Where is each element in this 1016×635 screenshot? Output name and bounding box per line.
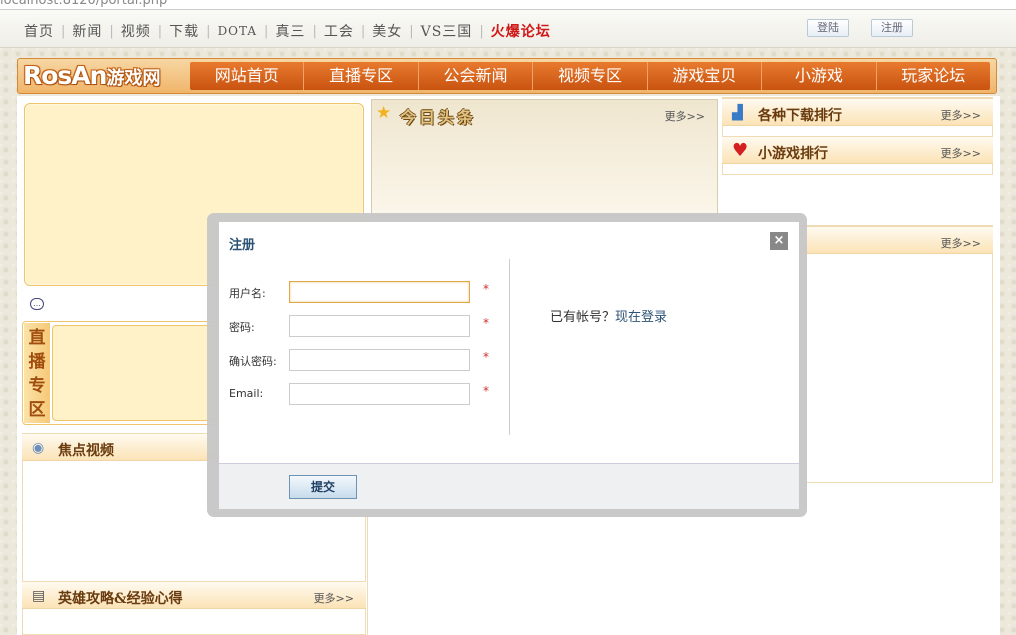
separator: | bbox=[109, 23, 114, 39]
logo-text-en: RosAn bbox=[23, 61, 107, 90]
star-icon: ★ bbox=[376, 103, 392, 123]
required-mark: * bbox=[483, 384, 489, 398]
separator: | bbox=[409, 23, 414, 39]
separator: | bbox=[360, 23, 366, 39]
login-now-link[interactable]: 现在登录 bbox=[615, 310, 667, 325]
top-link-zhensan[interactable]: 真三 bbox=[275, 21, 305, 41]
minigames-header: ♥ 小游戏排行 更多>> bbox=[722, 136, 993, 164]
headline-title: 今日头条 bbox=[400, 108, 477, 127]
menu-item-home[interactable]: 网站首页 bbox=[190, 62, 305, 90]
logo-text-cn: 游戏网 bbox=[106, 68, 161, 89]
url-text: localhost:8120/portal.php bbox=[0, 0, 168, 8]
guides-header: ▤ 英雄攻略&经验心得 更多>> bbox=[22, 581, 366, 609]
minigames-title[interactable]: 小游戏排行 bbox=[758, 143, 828, 163]
focus-video-title[interactable]: 焦点视频 bbox=[58, 440, 114, 460]
menu-item-game-babes[interactable]: 游戏宝贝 bbox=[648, 62, 763, 90]
clipboard-icon: ▤ bbox=[32, 588, 46, 604]
menu-item-guild-news[interactable]: 公会新闻 bbox=[419, 62, 534, 90]
password-label: 密码: bbox=[229, 321, 255, 334]
top-link-home[interactable]: 首页 bbox=[24, 21, 54, 41]
chat-bubble-icon[interactable]: … bbox=[30, 298, 44, 310]
required-mark: * bbox=[483, 350, 489, 364]
live-char: 区 bbox=[28, 400, 46, 420]
email-input[interactable] bbox=[289, 383, 470, 405]
vertical-divider bbox=[509, 259, 510, 435]
guides-title[interactable]: 英雄攻略&经验心得 bbox=[58, 588, 183, 608]
browser-url-bar[interactable]: localhost:8120/portal.php bbox=[0, 0, 1016, 10]
username-label: 用户名: bbox=[229, 287, 266, 300]
confirm-password-input[interactable] bbox=[289, 349, 470, 371]
minigames-more-link[interactable]: 更多>> bbox=[941, 145, 981, 161]
separator: | bbox=[61, 23, 66, 39]
separator: | bbox=[264, 23, 269, 39]
live-section-label: 直 播 专 区 bbox=[24, 323, 50, 423]
top-navigation: 首页 | 新闻 | 视频 | 下载 | DOTA | 真三 | 工会 | 美女 | VS三国 | … bbox=[0, 10, 1016, 48]
password-input[interactable] bbox=[289, 315, 470, 337]
downloads-more-link[interactable]: 更多>> bbox=[941, 107, 981, 123]
separator: | bbox=[157, 23, 163, 39]
email-label: Email: bbox=[229, 387, 264, 400]
downloads-title[interactable]: 各种下载排行 bbox=[758, 105, 842, 125]
required-mark: * bbox=[483, 316, 489, 330]
main-menu: 网站首页 直播专区 公会新闻 视频专区 游戏宝贝 小游戏 玩家论坛 bbox=[190, 62, 990, 90]
dialog-footer: 提交 bbox=[219, 463, 799, 509]
username-input[interactable] bbox=[289, 281, 470, 303]
top-link-dota[interactable]: DOTA bbox=[218, 24, 257, 38]
have-account-label: 已有帐号？ bbox=[550, 310, 616, 325]
top-link-vs-sanguo[interactable]: VS三国 bbox=[421, 21, 473, 41]
heart-icon: ♥ bbox=[732, 140, 749, 161]
main-navigation: RosAn游戏网 网站首页 直播专区 公会新闻 视频专区 游戏宝贝 小游戏 玩家… bbox=[17, 58, 997, 94]
submit-button[interactable]: 提交 bbox=[289, 475, 357, 499]
required-mark: * bbox=[483, 282, 489, 296]
dialog-title: 注册 bbox=[229, 238, 256, 253]
login-button[interactable]: 登陆 bbox=[807, 19, 849, 37]
register-dialog: 注册 × 用户名: * 密码: * 确认密码: * Email: * 已有帐号？… bbox=[219, 222, 799, 509]
bar-chart-icon: ▟ bbox=[732, 105, 743, 121]
live-char: 直 bbox=[28, 328, 46, 348]
separator: | bbox=[206, 23, 211, 39]
guides-more-link[interactable]: 更多>> bbox=[314, 590, 354, 606]
register-button[interactable]: 注册 bbox=[871, 19, 913, 37]
separator: | bbox=[479, 23, 484, 39]
confirm-password-label: 确认密码: bbox=[229, 355, 277, 368]
top-link-video[interactable]: 视频 bbox=[121, 21, 151, 41]
have-account-text: 已有帐号？现在登录 bbox=[550, 306, 667, 325]
top-link-hot-forum[interactable]: 火爆论坛 bbox=[491, 21, 551, 41]
menu-item-video[interactable]: 视频专区 bbox=[533, 62, 648, 90]
top-links: 首页 | 新闻 | 视频 | 下载 | DOTA | 真三 | 工会 | 美女 | VS三国 | … bbox=[24, 21, 551, 41]
live-char: 专 bbox=[28, 376, 46, 396]
top-link-guild[interactable]: 工会 bbox=[324, 21, 354, 41]
top-link-beauty[interactable]: 美女 bbox=[372, 21, 402, 41]
separator: | bbox=[312, 23, 317, 39]
menu-item-mini-games[interactable]: 小游戏 bbox=[762, 62, 877, 90]
menu-item-live[interactable]: 直播专区 bbox=[304, 62, 419, 90]
live-char: 播 bbox=[28, 352, 46, 372]
video-disc-icon: ◉ bbox=[32, 440, 45, 456]
right-lower-more-link[interactable]: 更多>> bbox=[941, 235, 981, 251]
headline-section: ★ 今日头条 更多>> bbox=[371, 99, 718, 216]
downloads-header: ▟ 各种下载排行 更多>> bbox=[722, 98, 993, 126]
headline-more-link[interactable]: 更多>> bbox=[665, 108, 705, 124]
menu-item-forum[interactable]: 玩家论坛 bbox=[877, 62, 990, 90]
top-link-download[interactable]: 下载 bbox=[169, 21, 199, 41]
top-link-news[interactable]: 新闻 bbox=[72, 21, 102, 41]
close-icon[interactable]: × bbox=[770, 232, 788, 250]
site-logo[interactable]: RosAn游戏网 bbox=[23, 61, 160, 91]
